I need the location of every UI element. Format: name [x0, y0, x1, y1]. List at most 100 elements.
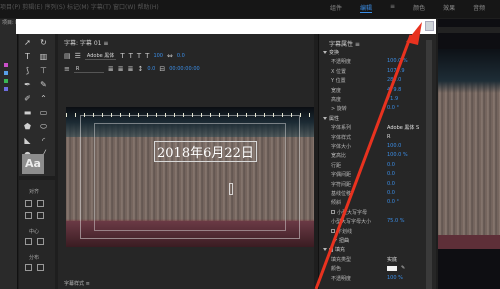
- property-value[interactable]: 100.0: [387, 143, 401, 149]
- center-horizontal-icon[interactable]: [25, 238, 32, 245]
- roll-crawl-icon[interactable]: ☰: [75, 52, 81, 60]
- text-align-left-icon[interactable]: ≣: [108, 65, 114, 73]
- title-editor-header: 字幕: 字幕 01 ≡: [64, 40, 109, 47]
- property-value[interactable]: 0.0: [387, 181, 395, 187]
- property-label: 字体系列: [331, 125, 352, 132]
- align-text-left-icon[interactable]: ≡: [64, 65, 70, 73]
- properties-scrollbar[interactable]: [426, 40, 432, 289]
- expand-triangle-icon[interactable]: [323, 248, 327, 252]
- property-label: 基线位移: [331, 191, 352, 197]
- style-preview-aa[interactable]: Aa: [22, 154, 44, 174]
- align-panel: 对齐 中心 分布: [19, 180, 55, 289]
- add-anchor-icon[interactable]: ✎: [39, 80, 48, 89]
- underline-icon[interactable]: T: [137, 52, 141, 60]
- vertical-type-tool-icon[interactable]: ⊤: [39, 66, 48, 75]
- distribute-horizontal-icon[interactable]: [25, 264, 32, 271]
- workspace-tab-assembly[interactable]: 组件: [330, 3, 342, 13]
- type-tool-icon[interactable]: T: [23, 52, 32, 61]
- property-value[interactable]: 479.8: [387, 87, 401, 93]
- property-checkbox[interactable]: [329, 247, 333, 252]
- leading-value[interactable]: 0.0: [147, 66, 155, 72]
- leading-icon[interactable]: ↕: [138, 65, 144, 73]
- text-align-right-icon[interactable]: ≣: [128, 65, 134, 73]
- label-color-swatch: [4, 63, 8, 67]
- property-checkbox[interactable]: [331, 210, 335, 215]
- rotate-tool-icon[interactable]: ↻: [39, 38, 48, 47]
- eyedropper-icon[interactable]: ✎: [401, 265, 405, 271]
- property-value[interactable]: 71.9: [387, 96, 398, 102]
- workspace-bar: 项目(P) 剪辑(E) 序列(S) 标记(M) 字幕(T) 窗口(W) 帮助(H…: [0, 0, 500, 18]
- clipped-corner-tool-icon[interactable]: ⬟: [23, 122, 32, 131]
- property-value[interactable]: 285.0: [387, 77, 401, 83]
- workspace-tab-color[interactable]: 颜色: [413, 3, 425, 13]
- workspace-menu-icon[interactable]: ≡: [390, 3, 395, 13]
- align-top-icon[interactable]: [25, 212, 32, 219]
- arc-tool-icon[interactable]: ◜: [39, 136, 48, 145]
- area-type-tool-icon[interactable]: ▥: [39, 52, 48, 61]
- align-left-icon[interactable]: [25, 200, 32, 207]
- expand-triangle-icon[interactable]: [323, 116, 327, 120]
- tab-stops-icon[interactable]: ⊟: [159, 65, 165, 73]
- property-value[interactable]: 100.0 %: [387, 152, 408, 158]
- distribute-label: 分布: [29, 255, 40, 261]
- size-icon[interactable]: T: [145, 52, 149, 60]
- text-cursor-marker: [229, 183, 233, 195]
- property-row[interactable]: 变换: [323, 49, 435, 57]
- font-family-dropdown[interactable]: Adobe 黑体: [84, 52, 117, 60]
- delete-anchor-icon[interactable]: ✐: [23, 94, 32, 103]
- convert-anchor-icon[interactable]: ⌃: [39, 94, 48, 103]
- workspace-tab-editing[interactable]: 编辑: [360, 3, 373, 13]
- property-value[interactable]: 0.0 °: [387, 105, 399, 111]
- kerning-icon[interactable]: ⇔: [167, 52, 173, 60]
- property-row[interactable]: 属性: [323, 115, 435, 123]
- property-value[interactable]: 0.0 °: [387, 199, 399, 205]
- property-value[interactable]: 1079.9: [387, 68, 405, 74]
- property-label: 小型大写字母大小: [331, 219, 372, 226]
- align-center-icon[interactable]: [37, 200, 44, 207]
- property-label: 小型大写字母: [337, 209, 368, 216]
- property-value[interactable]: 0.0: [387, 190, 395, 196]
- property-value[interactable]: 100 %: [387, 275, 403, 281]
- rectangle-tool-icon[interactable]: ▬: [23, 108, 32, 117]
- rounded-rect-tool-icon[interactable]: ▭: [39, 108, 48, 117]
- timecode[interactable]: 00:00:00:00: [169, 66, 200, 72]
- title-properties-panel: 字幕属性 ≡ 变换 不透明度 100.0 % X 位置 1079.9 Y 位置 285.0 宽…: [318, 34, 436, 289]
- property-value[interactable]: 0.0: [387, 171, 395, 177]
- property-value[interactable]: Adobe 黑体 S: [387, 124, 419, 131]
- property-checkbox[interactable]: [331, 229, 335, 234]
- align-bottom-icon[interactable]: [37, 212, 44, 219]
- property-row[interactable]: 填充: [323, 246, 435, 254]
- label-color-swatch: [4, 71, 8, 75]
- font-size-value[interactable]: 100: [153, 53, 163, 59]
- program-monitor-preview: [438, 19, 500, 289]
- property-value[interactable]: 100.0 %: [387, 58, 408, 64]
- property-label: 宽度: [331, 87, 342, 94]
- distribute-vertical-icon[interactable]: [37, 264, 44, 271]
- path-type-tool-icon[interactable]: ⟆: [23, 66, 32, 75]
- wedge-tool-icon[interactable]: ◣: [23, 136, 32, 145]
- property-label: 字符间距: [331, 181, 352, 188]
- italic-icon[interactable]: T: [129, 52, 133, 60]
- bold-icon[interactable]: T: [120, 52, 124, 60]
- expand-triangle-icon[interactable]: [333, 239, 337, 242]
- title-text-object[interactable]: 2018年6月22日: [154, 141, 257, 162]
- title-canvas-stage[interactable]: 2018年6月22日: [66, 107, 314, 247]
- workspace-tab-audio[interactable]: 音频: [473, 3, 485, 13]
- program-preview-floor: [438, 235, 500, 249]
- selection-tool-icon[interactable]: ➚: [23, 38, 32, 47]
- text-align-center-icon[interactable]: ≣: [118, 65, 124, 73]
- property-value[interactable]: 0.0: [387, 162, 395, 168]
- property-value[interactable]: 75.0 %: [387, 218, 404, 224]
- center-vertical-icon[interactable]: [37, 238, 44, 245]
- font-style-dropdown[interactable]: R: [73, 66, 104, 73]
- round-rect-tool-icon[interactable]: ⬭: [39, 122, 48, 131]
- panel-handle-icon[interactable]: [425, 21, 434, 31]
- new-title-icon[interactable]: ▤: [64, 52, 71, 60]
- property-value[interactable]: 实底: [387, 256, 397, 263]
- fill-color-swatch[interactable]: [387, 266, 397, 272]
- expand-triangle-icon[interactable]: [323, 51, 327, 54]
- workspace-overflow-icon[interactable]: »: [444, 4, 448, 11]
- kerning-value[interactable]: 0.0: [177, 53, 185, 59]
- pen-tool-icon[interactable]: ✒: [23, 80, 32, 89]
- property-value[interactable]: R: [387, 134, 390, 140]
